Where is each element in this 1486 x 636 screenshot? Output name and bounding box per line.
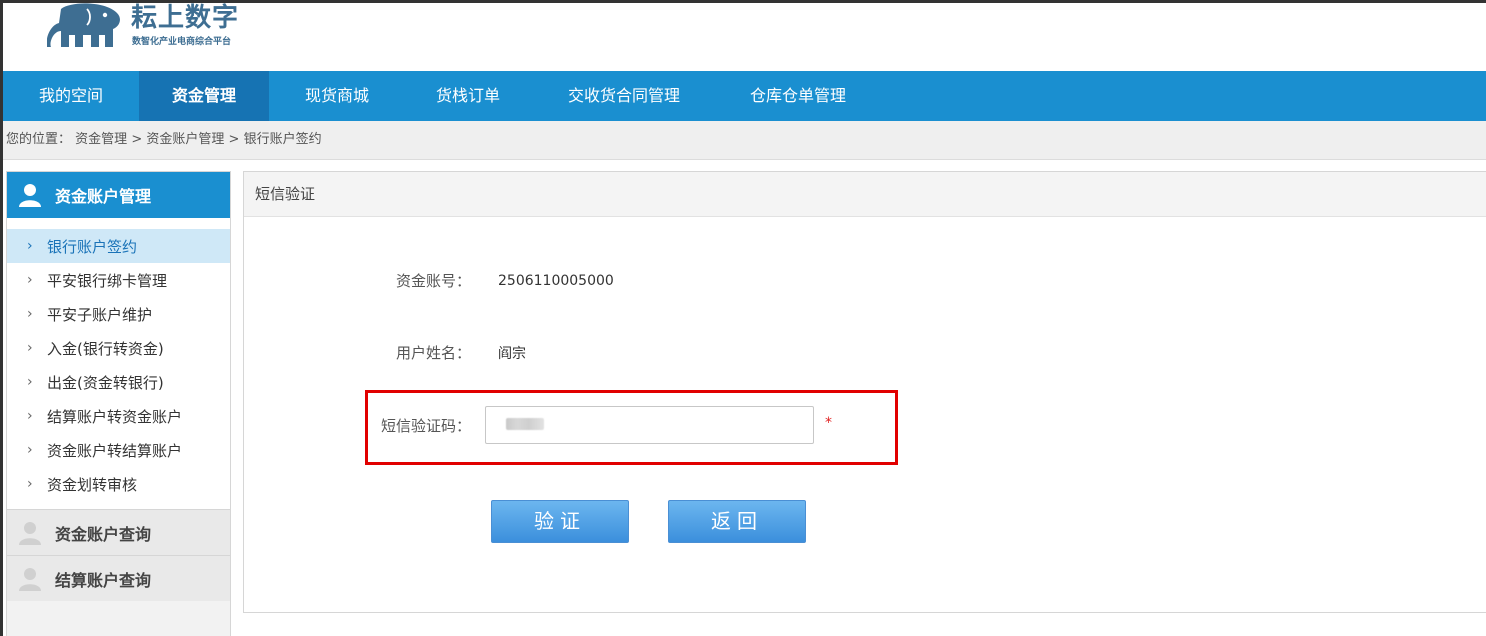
breadcrumb-separator: > [131,132,143,147]
sidebar-section-fund-account-mgmt[interactable]: 资金账户管理 [7,172,230,218]
verify-button[interactable]: 验证 [491,500,629,543]
elephant-logo-icon [47,3,120,47]
brand-logo[interactable]: 耘上数字 数智化产业电商综合平台 [47,3,247,55]
chevron-right-icon: › [27,408,33,424]
brand-name: 耘上数字 [131,3,240,33]
sidebar-item-pingan-card[interactable]: › 平安银行绑卡管理 [7,263,230,297]
nav-item-spot-mall[interactable]: 现货商城 [269,71,405,121]
chevron-right-icon: › [27,272,33,288]
user-icon [19,567,41,591]
user-icon [19,184,41,207]
sidebar-item-label: 银行账户签约 [47,237,138,256]
username-value: 阎宗 [498,345,526,362]
chevron-right-icon: › [27,306,33,322]
breadcrumb-item-account-mgmt[interactable]: 资金账户管理 [146,132,224,147]
account-row: 资金账号： 2506110005000 [244,270,614,291]
breadcrumb-prefix: 您的位置： [6,132,72,147]
nav-item-funds[interactable]: 资金管理 [139,71,269,121]
sidebar-section-title: 资金账户查询 [55,524,152,544]
sidebar-item-label: 资金账户转结算账户 [47,441,183,460]
sidebar-item-pingan-subaccount[interactable]: › 平安子账户维护 [7,297,230,331]
sidebar-item-settle-to-fund[interactable]: › 结算账户转资金账户 [7,399,230,433]
chevron-right-icon: › [27,238,33,254]
username-row: 用户姓名： 阎宗 [244,342,526,363]
sidebar-item-label: 平安银行绑卡管理 [47,271,168,290]
sms-verify-panel: 短信验证 资金账号： 2506110005000 用户姓名： 阎宗 短信验证码：… [243,171,1486,613]
brand-tagline: 数智化产业电商综合平台 [132,37,232,47]
user-icon [19,521,41,545]
sidebar-item-label: 出金(资金转银行) [47,373,164,392]
chevron-right-icon: › [27,340,33,356]
nav-item-warehouse[interactable]: 仓库仓单管理 [717,71,879,121]
account-value: 2506110005000 [498,272,614,289]
sms-code-label: 短信验证码： [380,417,471,435]
sidebar-item-label: 资金划转审核 [47,475,138,494]
sidebar-section-fund-account-query[interactable]: 资金账户查询 [7,509,230,555]
back-button[interactable]: 返回 [668,500,806,543]
nav-item-orders[interactable]: 货栈订单 [405,71,531,121]
sidebar-item-fund-to-settle[interactable]: › 资金账户转结算账户 [7,433,230,467]
header: 耘上数字 数智化产业电商综合平台 [3,3,1486,71]
breadcrumb-item-current: 银行账户签约 [243,132,322,147]
required-mark: * [825,415,832,431]
main-nav: 我的空间 资金管理 现货商城 货栈订单 交收货合同管理 仓库仓单管理 [3,71,1486,121]
sidebar-section-title: 资金账户管理 [55,187,152,206]
chevron-right-icon: › [27,374,33,390]
breadcrumb-item-funds[interactable]: 资金管理 [75,132,127,147]
sidebar-section-title: 结算账户查询 [55,570,152,590]
nav-item-my-space[interactable]: 我的空间 [3,71,139,121]
nav-item-contracts[interactable]: 交收货合同管理 [531,71,717,121]
sidebar-item-label: 平安子账户维护 [47,305,153,324]
sidebar-item-transfer-review[interactable]: › 资金划转审核 [7,467,230,501]
sidebar-item-deposit[interactable]: › 入金(银行转资金) [7,331,230,365]
panel-title: 短信验证 [244,172,1486,217]
username-label: 用户姓名： [395,344,471,362]
sidebar-section-settle-account-query[interactable]: 结算账户查询 [7,555,230,601]
sidebar-item-label: 入金(银行转资金) [47,339,164,358]
redacted-code-text [506,418,544,430]
sms-code-row: 短信验证码： [244,415,471,436]
sidebar-item-withdraw[interactable]: › 出金(资金转银行) [7,365,230,399]
account-label: 资金账号： [395,272,471,290]
breadcrumb-separator: > [228,132,240,147]
sidebar-submenu: › 银行账户签约 › 平安银行绑卡管理 › 平安子账户维护 › 入金(银行转资金… [7,218,230,509]
sidebar-item-bank-signing[interactable]: › 银行账户签约 [7,229,230,263]
chevron-right-icon: › [27,442,33,458]
sidebar: 资金账户管理 › 银行账户签约 › 平安银行绑卡管理 › 平安子账户维护 › 入… [6,171,231,636]
chevron-right-icon: › [27,476,33,492]
breadcrumb: 您的位置： 资金管理 > 资金账户管理 > 银行账户签约 [3,121,1486,160]
sidebar-item-label: 结算账户转资金账户 [47,407,183,426]
